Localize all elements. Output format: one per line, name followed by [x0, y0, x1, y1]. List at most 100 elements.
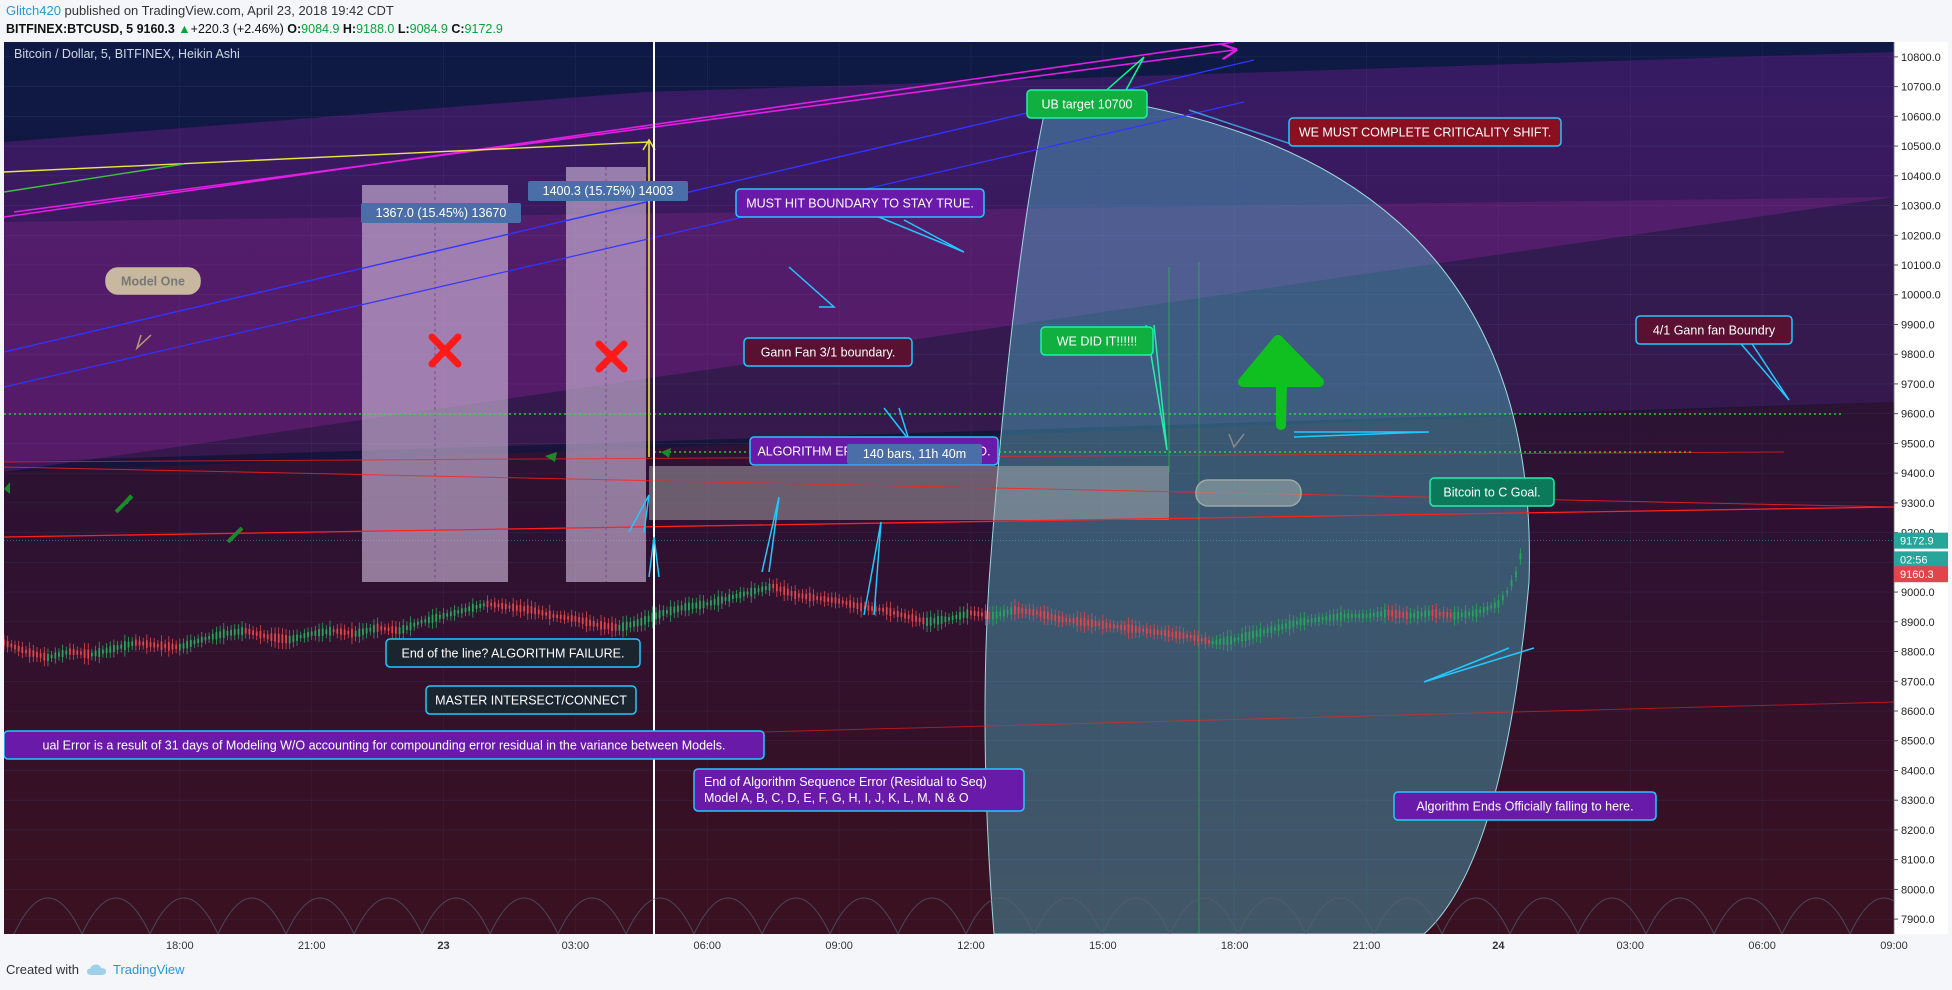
y-tick-label: 8900.0 [1901, 617, 1935, 629]
callout-btc-c-ghost[interactable]: Bitcoin to C. [1195, 479, 1302, 507]
publish-header: Glitch420 published on TradingView.com, … [6, 2, 394, 20]
close-label: C: [451, 22, 465, 36]
candle [490, 602, 493, 607]
candle [944, 616, 947, 623]
candle [270, 633, 273, 641]
candle [1003, 609, 1005, 617]
candle [142, 641, 145, 646]
candle [1515, 571, 1517, 578]
footer: Created with TradingView [6, 962, 185, 977]
callout-gann41[interactable]: 4/1 Gann fan Boundry [1635, 315, 1793, 345]
candle [1402, 612, 1405, 618]
candle [241, 627, 243, 636]
candle [955, 614, 958, 619]
candle [1101, 620, 1104, 629]
callout-criticality[interactable]: WE MUST COMPLETE CRITICALITY SHIFT. [1288, 117, 1562, 147]
candle [512, 603, 515, 612]
candle [984, 610, 987, 620]
callout-algo-ends[interactable]: Algorithm Ends Officially falling to her… [1393, 791, 1657, 821]
callout-residual[interactable]: ual Error is a result of 31 days of Mode… [3, 730, 765, 760]
x-tick-label: 12:00 [957, 940, 985, 952]
candle [849, 600, 852, 608]
candle [871, 606, 873, 611]
candle [1314, 617, 1317, 622]
candle [1299, 618, 1302, 626]
candle [1310, 618, 1313, 623]
candle [43, 652, 46, 661]
candle [164, 643, 167, 649]
date-range-box[interactable] [649, 466, 1169, 520]
candle [1105, 622, 1108, 628]
candle [1354, 613, 1357, 618]
y-tick-label: 10300.0 [1901, 201, 1941, 213]
candle [123, 641, 126, 651]
low-value: 9084.9 [409, 22, 448, 36]
chart-svg[interactable]: Model One End of the line? ALGORITHM FAIL… [3, 42, 1948, 934]
candle [83, 649, 86, 658]
callout-must-hit[interactable]: MUST HIT BOUNDARY TO STAY TRUE. [735, 188, 985, 218]
candle [702, 600, 705, 609]
y-tick-label: 10800.0 [1901, 52, 1941, 64]
author-link[interactable]: Glitch420 [6, 3, 61, 18]
callout-master[interactable]: MASTER INTERSECT/CONNECT [425, 685, 637, 715]
candle [222, 629, 225, 639]
callout-text: MASTER INTERSECT/CONNECT [435, 694, 627, 708]
candle [816, 596, 819, 600]
candle [1296, 620, 1298, 625]
candle [918, 617, 921, 623]
callout-btc-c-goal[interactable]: Bitcoin to C Goal. [1429, 477, 1555, 507]
callout-text: ual Error is a result of 31 days of Mode… [43, 739, 726, 753]
y-tick-label: 10100.0 [1901, 260, 1941, 272]
candle [1109, 623, 1112, 629]
candle [446, 613, 449, 617]
candle [534, 607, 537, 615]
callout-we-did-it[interactable]: WE DID IT!!!!!! [1040, 326, 1154, 356]
candle [556, 614, 558, 619]
y-tick-label: 8600.0 [1901, 706, 1935, 718]
candle [420, 620, 423, 624]
callout-text: WE MUST COMPLETE CRITICALITY SHIFT. [1299, 126, 1551, 140]
tradingview-link[interactable]: TradingView [86, 962, 185, 977]
candle [629, 622, 632, 628]
callout-end-seq-1[interactable]: End of Algorithm Sequence Error (Residua… [693, 768, 1025, 812]
callout-gann31[interactable]: Gann Fan 3/1 boundary. [743, 337, 913, 367]
candle [541, 610, 544, 616]
candle [790, 590, 793, 597]
candle [1427, 610, 1430, 617]
candle [39, 653, 42, 658]
candle [1061, 616, 1064, 622]
candle [332, 629, 335, 633]
candle [321, 628, 324, 636]
candle [607, 623, 610, 630]
callout-text: Bitcoin to C Goal. [1443, 486, 1540, 500]
candle [94, 650, 97, 657]
price-tags: 9172.9 02:56 9160.3 [1894, 532, 1948, 583]
candle [537, 609, 540, 615]
y-tick-label: 9900.0 [1901, 319, 1935, 331]
candle [1156, 629, 1159, 635]
candle [149, 642, 152, 648]
candle [1211, 640, 1214, 645]
y-tick-label: 9300.0 [1901, 498, 1935, 510]
candle [1131, 624, 1134, 633]
candle [1263, 630, 1265, 634]
candle [644, 616, 646, 625]
y-tick-label: 10400.0 [1901, 171, 1941, 183]
candle [1248, 631, 1251, 640]
chart-area[interactable]: Model One End of the line? ALGORITHM FAIL… [3, 42, 1948, 934]
candle [1032, 609, 1035, 616]
callout-ub[interactable]: UB target 10700 [1026, 89, 1148, 119]
candle [600, 621, 602, 630]
price-tag-label: 9172.9 [1900, 536, 1934, 548]
candle [1380, 611, 1383, 617]
candle [252, 630, 254, 635]
candle [893, 611, 895, 615]
y-tick-label: 8300.0 [1901, 795, 1935, 807]
candle [1127, 623, 1130, 633]
callout-model-one[interactable]: Model One [105, 267, 201, 295]
candle [647, 615, 650, 622]
callout-end-line[interactable]: End of the line? ALGORITHM FAILURE. [385, 638, 641, 668]
candle [1255, 630, 1258, 637]
candle [200, 636, 203, 643]
candle [717, 596, 720, 606]
